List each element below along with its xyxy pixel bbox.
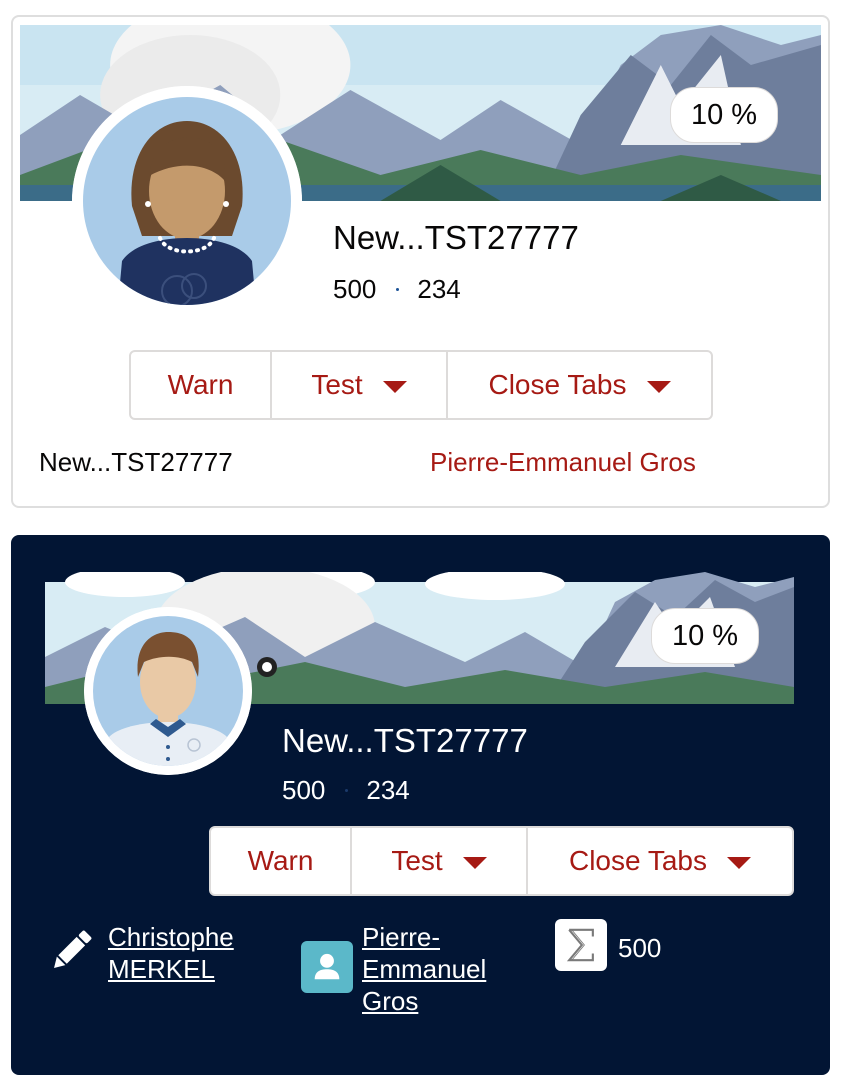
separator-dot <box>345 789 349 792</box>
warn-button[interactable]: Warn <box>131 352 270 418</box>
contact-name-line-2[interactable]: Emmanuel <box>362 954 486 984</box>
stat-primary: 500 <box>333 274 377 304</box>
test-dropdown-button[interactable]: Test <box>350 828 526 894</box>
stat-secondary: 234 <box>366 775 410 805</box>
contact-name-line-3[interactable]: Gros <box>362 986 418 1016</box>
close-tabs-dropdown-button[interactable]: Close Tabs <box>446 352 711 418</box>
warn-button[interactable]: Warn <box>211 828 350 894</box>
contact-name-line-1[interactable]: Pierre- <box>362 922 440 952</box>
action-button-group: Warn Test Close Tabs <box>209 826 794 896</box>
sigma-icon <box>555 919 607 971</box>
chevron-down-icon <box>727 857 751 869</box>
chevron-down-icon <box>646 381 671 393</box>
warn-button-label: Warn <box>247 845 314 876</box>
separator-dot <box>396 288 400 291</box>
close-tabs-dropdown-button[interactable]: Close Tabs <box>526 828 792 894</box>
pencil-icon <box>45 925 97 977</box>
close-tabs-button-label: Close Tabs <box>568 845 707 876</box>
owner-link[interactable]: Christophe MERKEL <box>108 921 234 985</box>
profile-card-light: 10 % New...TST27777 500 234 Warn Test Cl… <box>11 15 830 508</box>
record-title: New...TST27777 <box>333 219 579 256</box>
record-stats: 500 234 <box>282 775 410 806</box>
close-tabs-button-label: Close Tabs <box>488 369 627 400</box>
test-button-label: Test <box>311 369 363 400</box>
action-button-group: Warn Test Close Tabs <box>129 350 713 420</box>
warn-button-label: Warn <box>167 369 234 400</box>
record-stats: 500 234 <box>333 274 461 305</box>
stat-secondary: 234 <box>417 274 461 304</box>
stat-primary: 500 <box>282 775 326 805</box>
avatar <box>84 607 252 775</box>
contact-link[interactable]: Pierre- Emmanuel Gros <box>362 921 486 1017</box>
avatar <box>72 86 302 316</box>
progress-percent-badge: 10 % <box>670 87 778 143</box>
user-icon <box>301 941 353 993</box>
owner-link[interactable]: Pierre-Emmanuel Gros <box>430 447 696 478</box>
chevron-down-icon <box>382 381 407 393</box>
test-dropdown-button[interactable]: Test <box>270 352 446 418</box>
owner-last-name[interactable]: MERKEL <box>108 954 215 984</box>
test-button-label: Test <box>391 845 443 876</box>
record-name: New...TST27777 <box>39 447 233 477</box>
profile-card-dark: 10 % New...TST27777 500 234 Warn Test Cl… <box>11 535 830 1075</box>
owner-first-name[interactable]: Christophe <box>108 922 234 952</box>
chevron-down-icon <box>462 857 487 869</box>
sum-value: 500 <box>618 933 662 963</box>
record-title: New...TST27777 <box>282 722 528 759</box>
progress-percent-badge: 10 % <box>651 608 759 664</box>
